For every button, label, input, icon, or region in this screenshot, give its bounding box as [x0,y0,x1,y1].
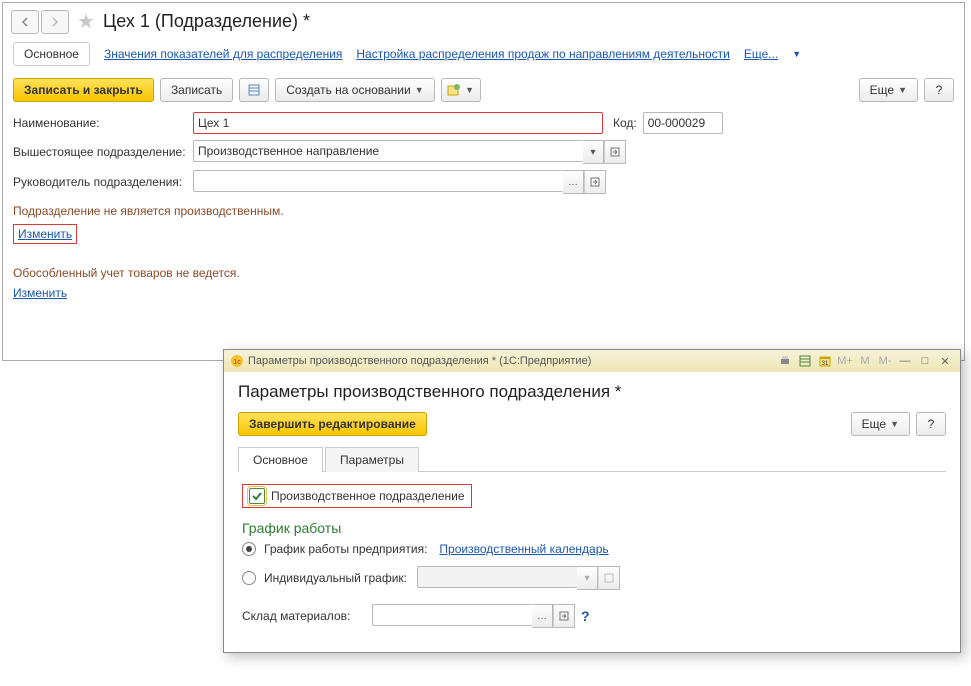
materials-label: Склад материалов: [242,609,372,623]
radio-individual-label: Индивидуальный график: [264,571,407,585]
chevron-down-icon: ▼ [465,85,474,95]
dialog-caption: Параметры производственного подразделени… [248,355,591,367]
name-input[interactable] [193,112,603,134]
materials-help-icon[interactable]: ? [581,608,590,624]
parent-input[interactable] [193,140,583,162]
save-button[interactable]: Записать [160,78,233,102]
calendar-icon[interactable]: 31 [816,353,834,369]
materials-input[interactable] [372,604,532,626]
manager-open-button[interactable] [584,170,606,194]
radio-company-label: График работы предприятия: [264,542,427,556]
svg-text:1c: 1c [233,359,241,366]
tab-sales-config-link[interactable]: Настройка распределения продаж по направ… [356,47,729,61]
more-button[interactable]: Еще▼ [859,78,918,102]
chevron-down-icon: ▼ [415,85,424,95]
print-icon[interactable] [776,353,794,369]
app-1c-icon: 1c [230,354,244,368]
production-checkbox-row[interactable]: Производственное подразделение [242,484,472,508]
chevron-down-icon[interactable]: ▼ [792,49,801,59]
change-production-link[interactable]: Изменить [18,227,72,241]
create-based-on-button[interactable]: Создать на основании▼ [275,78,434,102]
parent-dropdown-button[interactable]: ▾ [583,140,604,164]
section-tabs: Основное Значения показателей для распре… [3,36,964,74]
parent-label: Вышестоящее подразделение: [13,145,193,159]
schedule-heading: График работы [242,520,942,536]
dialog-more-button[interactable]: Еще▼ [851,412,910,436]
manager-select-button[interactable]: … [563,170,584,194]
dialog-tab-params[interactable]: Параметры [325,447,419,472]
materials-open-button[interactable] [553,604,575,628]
production-checkbox-label: Производственное подразделение [271,489,465,503]
radio-company-schedule[interactable] [242,542,256,556]
favorite-star-icon[interactable]: ★ [77,9,95,34]
radio-individual-schedule[interactable] [242,571,256,585]
m-icon: M [856,353,874,369]
dialog-help-button[interactable]: ? [916,412,946,436]
individual-open-button [598,566,620,590]
svg-text:31: 31 [822,361,829,367]
production-checkbox[interactable] [249,488,265,504]
manager-label: Руководитель подразделения: [13,175,193,189]
manager-input[interactable] [193,170,563,192]
code-label: Код: [613,116,637,130]
page-title: Цех 1 (Подразделение) * [103,11,310,32]
dialog-tab-main[interactable]: Основное [238,447,323,472]
tab-more-link[interactable]: Еще... [744,47,778,61]
nav-back-button[interactable] [11,10,39,34]
table-icon[interactable] [796,353,814,369]
production-calendar-link[interactable]: Производственный календарь [439,542,608,556]
m-minus-icon: M- [876,353,894,369]
production-params-dialog: 1c Параметры производственного подраздел… [223,349,961,653]
production-note: Подразделение не является производственн… [13,204,954,218]
nav-forward-button[interactable] [41,10,69,34]
dialog-titlebar[interactable]: 1c Параметры производственного подраздел… [224,350,960,372]
maximize-button[interactable]: □ [916,353,934,369]
dialog-tabs: Основное Параметры [238,446,946,472]
close-button[interactable]: ✕ [936,353,954,369]
attachments-button[interactable]: ▼ [441,78,481,102]
minimize-button[interactable]: — [896,353,914,369]
save-and-close-button[interactable]: Записать и закрыть [13,78,154,102]
parent-open-button[interactable] [604,140,626,164]
tab-main[interactable]: Основное [13,42,90,66]
tab-values-link[interactable]: Значения показателей для распределения [104,47,342,61]
individual-dropdown-button: ▾ [577,566,598,590]
finish-editing-button[interactable]: Завершить редактирование [238,412,427,436]
dialog-title: Параметры производственного подразделени… [238,382,946,402]
help-button[interactable]: ? [924,78,954,102]
individual-schedule-input [417,566,577,588]
name-label: Наименование: [13,116,193,130]
materials-select-button[interactable]: … [532,604,553,628]
separate-accounting-note: Обособленный учет товаров не ведется. [13,266,954,280]
main-window: ★ Цех 1 (Подразделение) * Основное Значе… [2,2,965,361]
chevron-down-icon: ▼ [898,85,907,95]
header: ★ Цех 1 (Подразделение) * [3,3,964,36]
code-input [643,112,723,134]
m-plus-icon: M+ [836,353,854,369]
change-accounting-link[interactable]: Изменить [13,286,67,300]
chevron-down-icon: ▼ [890,419,899,429]
list-view-button[interactable] [239,78,269,102]
toolbar: Записать и закрыть Записать Создать на о… [3,74,964,112]
form-body: Наименование: Код: Вышестоящее подраздел… [3,112,964,300]
